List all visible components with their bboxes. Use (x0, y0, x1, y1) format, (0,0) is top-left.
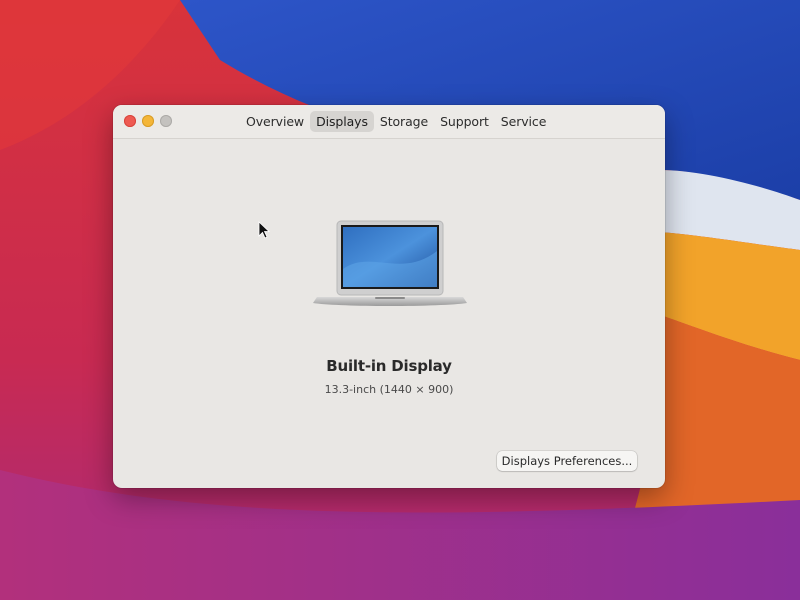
title-bar: Overview Displays Storage Support Servic… (113, 105, 665, 139)
tab-support[interactable]: Support (434, 111, 495, 132)
minimize-button[interactable] (142, 115, 154, 127)
about-this-mac-window: Overview Displays Storage Support Servic… (113, 105, 665, 488)
display-spec: 13.3-inch (1440 × 900) (324, 383, 454, 396)
macbook-air-icon (313, 220, 467, 306)
desktop: Overview Displays Storage Support Servic… (0, 0, 800, 600)
tab-displays[interactable]: Displays (310, 111, 374, 132)
mouse-pointer-icon (258, 221, 270, 239)
displays-preferences-button[interactable]: Displays Preferences... (497, 451, 637, 471)
zoom-button[interactable] (160, 115, 172, 127)
tab-storage[interactable]: Storage (374, 111, 434, 132)
tab-overview[interactable]: Overview (240, 111, 310, 132)
display-name: Built-in Display (326, 357, 452, 375)
tab-service[interactable]: Service (495, 111, 553, 132)
tab-bar: Overview Displays Storage Support Servic… (240, 111, 552, 132)
displays-pane: Built-in Display 13.3-inch (1440 × 900) … (113, 139, 665, 488)
close-button[interactable] (124, 115, 136, 127)
